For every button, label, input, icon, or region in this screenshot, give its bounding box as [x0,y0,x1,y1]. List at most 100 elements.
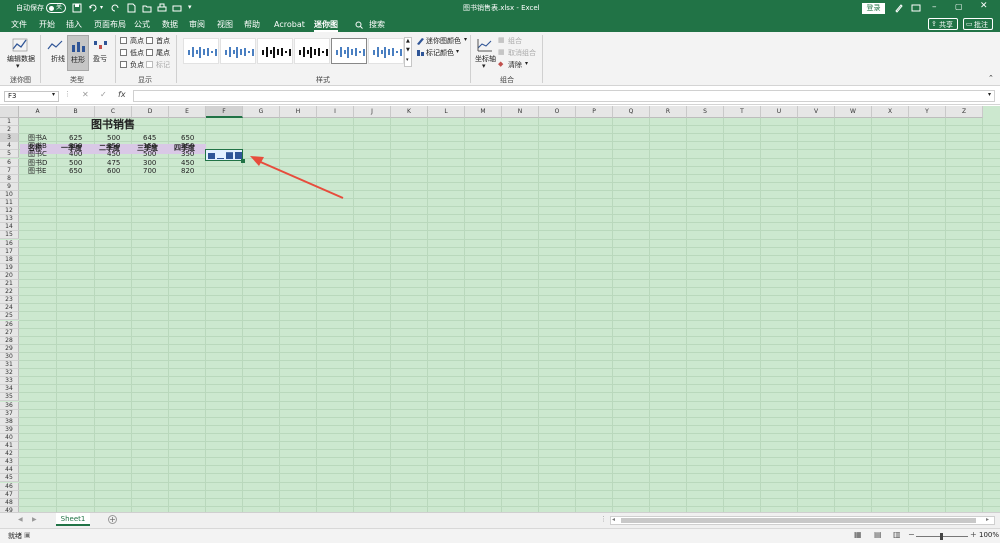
row-header-42[interactable]: 42 [0,450,19,459]
worksheet-grid[interactable]: ABCDEFGHIJKLMNOPQRSTUVWXYZ 1 2 3 4 5 6 7 8 9 10 11… [0,106,1000,512]
ribbon-display-icon[interactable] [911,3,921,13]
open-icon[interactable] [142,3,152,13]
new-file-icon[interactable] [127,3,136,13]
row-header-11[interactable]: 11 [0,199,19,208]
search-label[interactable]: 搜索 [369,19,385,30]
column-header-a[interactable]: A [19,106,57,118]
zoom-level[interactable]: 100% [979,531,999,539]
formula-input[interactable] [133,90,995,102]
row-header-24[interactable]: 24 [0,304,19,313]
row-header-23[interactable]: 23 [0,296,19,305]
column-header-l[interactable]: L [428,106,465,118]
column-header-x[interactable]: X [872,106,909,118]
cell-value[interactable]: 600 [107,166,120,176]
menu-insert[interactable]: 插入 [66,19,82,30]
column-header-j[interactable]: J [354,106,391,118]
row-header-20[interactable]: 20 [0,271,19,280]
last-point-checkbox[interactable] [146,49,153,56]
column-header-w[interactable]: W [835,106,872,118]
row-header-6[interactable]: 6 [0,158,19,167]
autosave-toggle[interactable]: 关 [46,3,66,13]
pen-icon[interactable] [894,3,904,13]
row-header-46[interactable]: 46 [0,482,19,491]
column-header-c[interactable]: C [95,106,132,118]
customize-toolbar-icon[interactable]: ▾ [188,3,192,11]
row-header-25[interactable]: 25 [0,312,19,321]
row-header-35[interactable]: 35 [0,393,19,402]
row-header-3[interactable]: 3 [0,134,19,143]
gallery-up-icon[interactable]: ▲ [406,38,410,44]
style-option-4[interactable] [294,38,330,64]
row-header-10[interactable]: 10 [0,190,19,199]
menu-home[interactable]: 开始 [39,19,55,30]
menu-formulas[interactable]: 公式 [134,19,150,30]
cell-value[interactable]: 650 [69,166,82,176]
first-point-checkbox[interactable] [146,37,153,44]
column-header-g[interactable]: G [243,106,280,118]
zoom-slider-thumb[interactable] [940,533,943,540]
row-header-26[interactable]: 26 [0,320,19,329]
row-header-39[interactable]: 39 [0,425,19,434]
cell-book-name[interactable]: 图书E [28,166,46,176]
more-icon[interactable]: ⋮ [64,90,71,98]
quick-print-icon[interactable] [172,3,182,13]
minimize-icon[interactable]: – [932,2,937,12]
style-option-1[interactable] [183,38,219,64]
select-all-corner[interactable] [0,106,19,118]
column-header-n[interactable]: N [502,106,539,118]
row-header-21[interactable]: 21 [0,280,19,289]
scroll-thumb[interactable] [621,518,976,523]
page-layout-view-icon[interactable]: ▤ [874,530,882,539]
column-header-v[interactable]: V [798,106,835,118]
row-header-8[interactable]: 8 [0,174,19,183]
column-header-r[interactable]: R [650,106,687,118]
row-header-17[interactable]: 17 [0,247,19,256]
tab-split-handle[interactable]: ⋮ [600,515,607,523]
horizontal-scrollbar[interactable]: ◂ ▸ [610,516,995,525]
type-column-button[interactable]: 柱形 [67,35,89,71]
zoom-out-icon[interactable]: − [908,530,915,539]
row-header-33[interactable]: 33 [0,377,19,386]
row-header-43[interactable]: 43 [0,458,19,467]
accessibility-icon[interactable]: ▣ [24,531,31,539]
type-line-button[interactable]: 折线 [44,35,66,71]
edit-data-button[interactable]: 编辑数据 ▾ [4,35,35,71]
column-header-i[interactable]: I [317,106,354,118]
menu-review[interactable]: 审阅 [189,19,205,30]
zoom-slider[interactable] [916,533,968,540]
name-box[interactable]: F3 [4,91,59,102]
row-header-18[interactable]: 18 [0,255,19,264]
add-sheet-icon[interactable]: + [108,515,117,524]
row-header-36[interactable]: 36 [0,401,19,410]
row-header-2[interactable]: 2 [0,126,19,135]
save-icon[interactable] [72,3,82,13]
row-header-19[interactable]: 19 [0,263,19,272]
row-header-47[interactable]: 47 [0,490,19,499]
scroll-left-icon[interactable]: ◂ [612,516,615,523]
row-header-38[interactable]: 38 [0,417,19,426]
clear-button[interactable]: ◆ 清除 ▾ [498,60,538,70]
row-header-4[interactable]: 4 [0,142,19,151]
comment-button[interactable]: ▭ 批注 [963,18,993,30]
negative-point-checkbox[interactable] [120,61,127,68]
insert-function-icon[interactable]: fx [118,90,126,99]
page-break-view-icon[interactable]: ▥ [893,530,901,539]
login-button[interactable]: 登录 [862,3,885,14]
name-box-dropdown-icon[interactable]: ▾ [52,91,55,98]
column-header-f[interactable]: F [206,106,243,118]
row-header-15[interactable]: 15 [0,231,19,240]
row-header-27[interactable]: 27 [0,328,19,337]
style-option-2[interactable] [220,38,256,64]
column-header-q[interactable]: Q [613,106,650,118]
row-header-48[interactable]: 48 [0,498,19,507]
gallery-more-icon[interactable]: ▾ [406,57,409,63]
style-option-6[interactable] [368,38,404,64]
undo-dropdown-icon[interactable]: ▾ [100,4,103,11]
next-sheet-icon[interactable]: ▶ [32,516,37,523]
cell-value[interactable]: 700 [143,166,156,176]
row-header-41[interactable]: 41 [0,442,19,451]
high-point-checkbox[interactable] [120,37,127,44]
column-header-o[interactable]: O [539,106,576,118]
title-merged-cell[interactable]: 图书销售 [20,119,206,131]
row-header-16[interactable]: 16 [0,239,19,248]
